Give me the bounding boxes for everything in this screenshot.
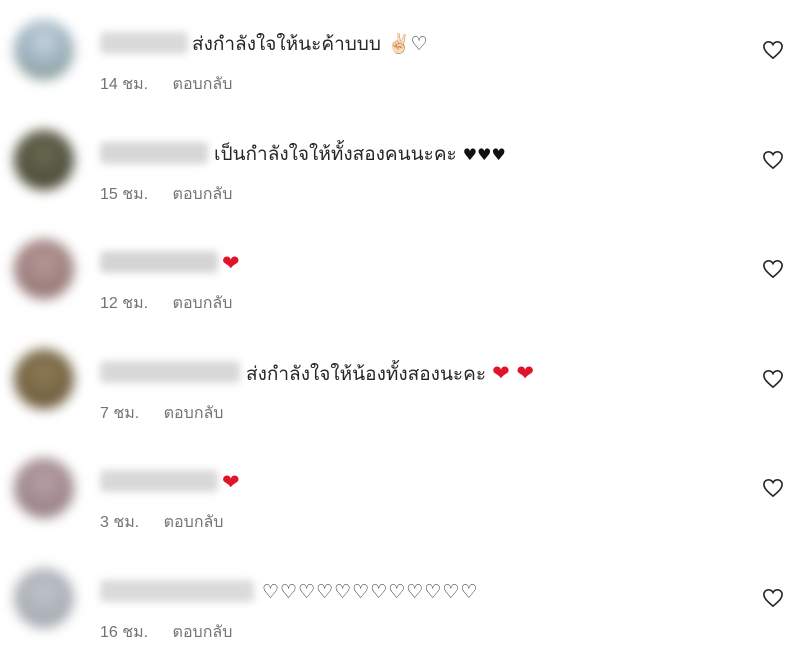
timestamp: 15 ชม. (100, 186, 149, 203)
like-button[interactable] (762, 369, 784, 389)
black-hearts-emoji: ♥♥♥ (462, 145, 506, 164)
comment-text: ❤ (222, 250, 240, 277)
comment-text: ♡♡♡♡♡♡♡♡♡♡♡♡ (262, 579, 478, 605)
comment-text: ส่งกำลังใจให้นะค้าบบบ ✌🏻♡ (192, 31, 428, 57)
username-blurred[interactable] (100, 32, 188, 54)
timestamp: 3 ชม. (100, 514, 140, 531)
comment-body: ส่งกำลังใจให้นะค้าบบบ (192, 33, 381, 55)
comment-text: ส่งกำลังใจให้น้องทั้งสองนะคะ ❤ ❤ (246, 360, 534, 387)
avatar[interactable] (14, 568, 74, 628)
comment-item: ❤ 3 ชม. ตอบกลับ (0, 438, 800, 548)
comment-body: ส่งกำลังใจให้น้องทั้งสองนะคะ (246, 363, 487, 385)
comment-item: ส่งกำลังใจให้น้องทั้งสองนะคะ ❤ ❤ 7 ชม. ต… (0, 329, 800, 439)
avatar[interactable] (14, 239, 74, 299)
comment-meta: 15 ชม. ตอบกลับ (100, 182, 232, 207)
reply-button[interactable]: ตอบกลับ (164, 401, 224, 426)
red-hearts-emoji: ❤ ❤ (492, 361, 534, 385)
username-blurred[interactable] (100, 142, 208, 164)
reply-button[interactable]: ตอบกลับ (164, 510, 224, 535)
victory-heart-emoji: ✌🏻♡ (386, 33, 428, 55)
timestamp: 14 ชม. (100, 76, 149, 93)
heart-outline-icon (763, 150, 783, 170)
heart-outline-icon (763, 259, 783, 279)
like-button[interactable] (762, 588, 784, 608)
comment-item: ส่งกำลังใจให้นะค้าบบบ ✌🏻♡ 14 ชม. ตอบกลับ (0, 0, 800, 110)
comment-body: เป็นกำลังใจให้ทั้งสองคนนะคะ (214, 143, 457, 165)
like-button[interactable] (762, 40, 784, 60)
comment-item: ♡♡♡♡♡♡♡♡♡♡♡♡ 16 ชม. ตอบกลับ (0, 548, 800, 658)
comment-text: เป็นกำลังใจให้ทั้งสองคนนะคะ ♥♥♥ (214, 141, 506, 168)
avatar[interactable] (14, 458, 74, 518)
heart-outline-icon (763, 369, 783, 389)
like-button[interactable] (762, 259, 784, 279)
timestamp: 7 ชม. (100, 405, 140, 422)
avatar[interactable] (14, 130, 74, 190)
reply-button[interactable]: ตอบกลับ (173, 620, 233, 645)
comment-meta: 7 ชม. ตอบกลับ (100, 401, 223, 426)
username-blurred[interactable] (100, 580, 254, 602)
timestamp: 16 ชม. (100, 624, 149, 641)
comment-meta: 12 ชม. ตอบกลับ (100, 291, 232, 316)
like-button[interactable] (762, 150, 784, 170)
red-heart-emoji: ❤ (222, 251, 240, 275)
red-heart-emoji: ❤ (222, 470, 240, 494)
like-button[interactable] (762, 478, 784, 498)
comment-item: ❤ 12 ชม. ตอบกลับ (0, 219, 800, 329)
comment-text: ❤ (222, 469, 240, 496)
heart-outline-icon (763, 40, 783, 60)
avatar[interactable] (14, 349, 74, 409)
comment-meta: 16 ชม. ตอบกลับ (100, 620, 232, 645)
reply-button[interactable]: ตอบกลับ (173, 291, 233, 316)
username-blurred[interactable] (100, 470, 218, 492)
timestamp: 12 ชม. (100, 295, 149, 312)
comment-item: เป็นกำลังใจให้ทั้งสองคนนะคะ ♥♥♥ 15 ชม. ต… (0, 110, 800, 220)
heart-outline-icon (763, 588, 783, 608)
username-blurred[interactable] (100, 361, 240, 383)
outline-hearts-emoji: ♡♡♡♡♡♡♡♡♡♡♡♡ (262, 581, 479, 603)
reply-button[interactable]: ตอบกลับ (173, 72, 233, 97)
avatar[interactable] (14, 20, 74, 80)
reply-button[interactable]: ตอบกลับ (173, 182, 233, 207)
heart-outline-icon (763, 478, 783, 498)
username-blurred[interactable] (100, 251, 218, 273)
comment-meta: 3 ชม. ตอบกลับ (100, 510, 223, 535)
comment-meta: 14 ชม. ตอบกลับ (100, 72, 232, 97)
